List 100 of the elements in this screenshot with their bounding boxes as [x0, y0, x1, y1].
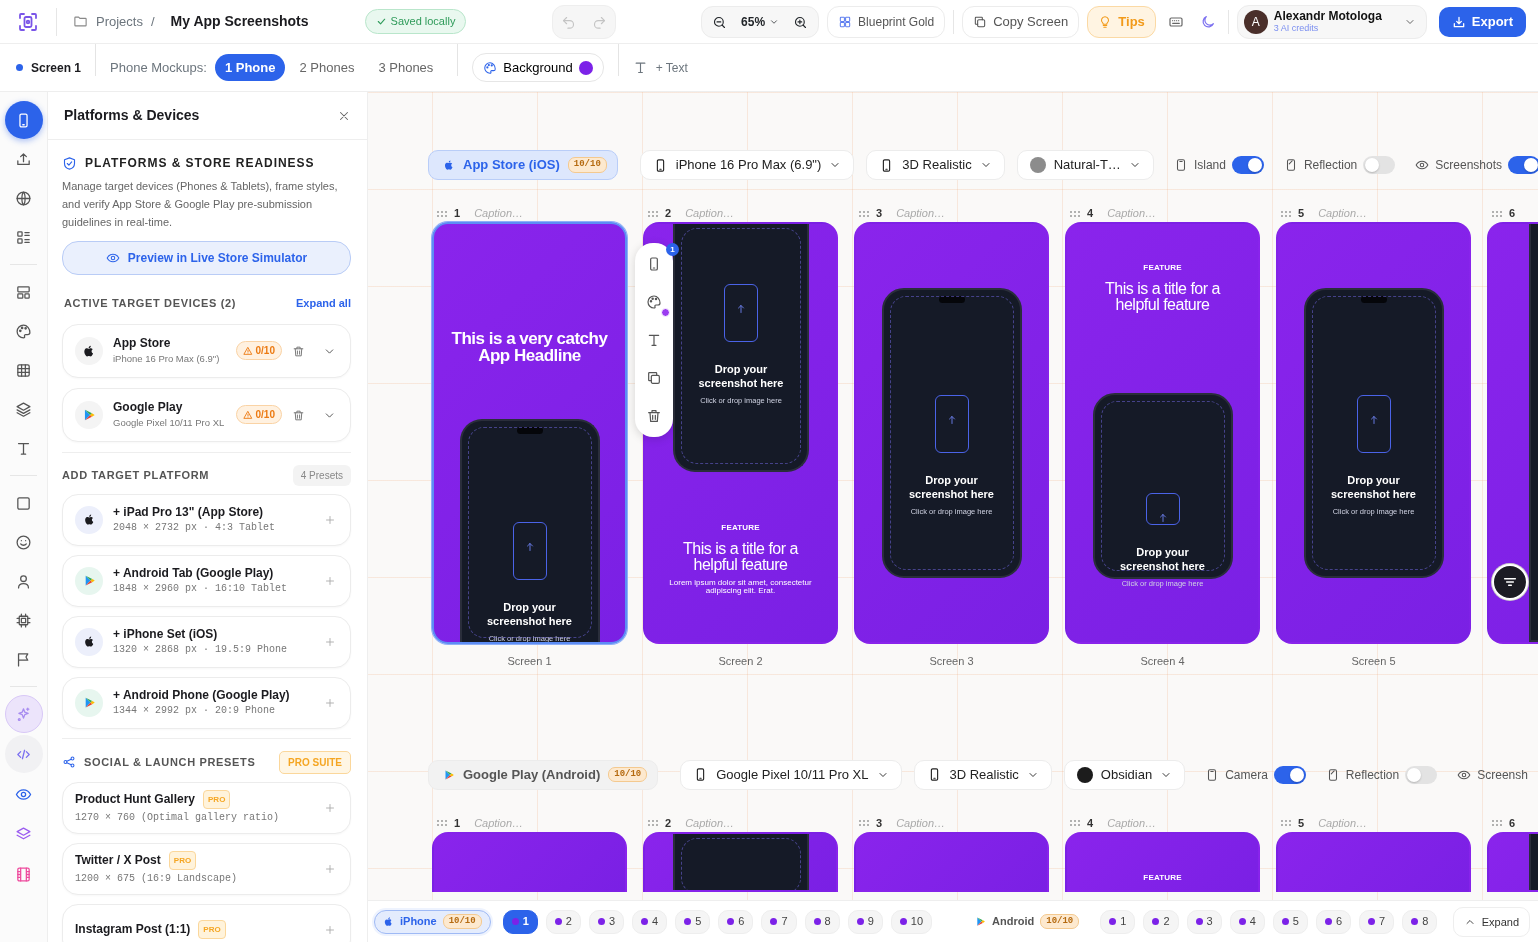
breadcrumb-link[interactable]: Projects [96, 11, 143, 32]
frame-color-dropdown[interactable]: Obsidian [1063, 759, 1186, 790]
screen-chip[interactable]: 3 [588, 909, 625, 934]
frame-style-dropdown[interactable]: 3D Realistic [913, 759, 1052, 790]
toggle-switch[interactable] [1273, 765, 1306, 784]
screen-chip[interactable]: 4 [1229, 909, 1265, 934]
zoom-dropdown[interactable]: 65% [741, 12, 780, 31]
screen-number: 5 [1298, 815, 1305, 831]
template-button[interactable]: Blueprint Gold [827, 5, 946, 38]
drag-handle-icon[interactable] [1491, 209, 1503, 218]
platform-tab[interactable]: App Store (iOS) 10/10 [428, 150, 618, 180]
feature-body: Lorem ipsum dolor sit amet, consectetur adipiscing elit. Erat. [668, 579, 813, 595]
platform-card[interactable]: + Android Tab (Google Play) 1848 × 2960 px · 16:10 Tablet [62, 554, 351, 607]
drag-handle-icon[interactable] [1280, 819, 1292, 827]
screen-number: 3 [876, 815, 883, 831]
screen-chip[interactable]: 2 [545, 909, 581, 934]
toggle-switch[interactable] [1405, 765, 1438, 784]
screen-chip[interactable]: 6 [718, 909, 754, 934]
presets-count: 4 Presets [292, 464, 351, 486]
apple-icon [82, 343, 96, 358]
camera-notch [938, 296, 965, 303]
screen-chip[interactable]: 1 [1100, 909, 1136, 934]
platform-chip[interactable]: iPhone 10/10 [374, 909, 491, 934]
drag-handle-icon[interactable] [1069, 209, 1081, 218]
platform-card[interactable]: + iPad Pro 13" (App Store) 2048 × 2732 px · 4:3 Tablet [62, 493, 351, 546]
platform-spec: 1320 × 2868 px · 19.5:9 Phone [113, 642, 289, 657]
screen-chip[interactable]: 6 [1315, 909, 1351, 934]
screen-chip[interactable]: 1 [502, 909, 538, 934]
screen-frame[interactable] [854, 831, 1049, 892]
preset-card[interactable]: Product Hunt Gallery PRO 1270 × 760 (Optimal gallery ratio) [62, 781, 351, 834]
preset-card[interactable]: Instagram Post (1:1) PRO [62, 903, 351, 942]
expand-button[interactable]: Expand [1452, 907, 1530, 937]
screen-chip[interactable]: 2 [1143, 909, 1179, 934]
expand-all-link[interactable]: Expand all [295, 295, 351, 312]
screen-chip[interactable]: 5 [1272, 909, 1308, 934]
mockup-option[interactable]: 3 Phones [368, 53, 444, 82]
platform-card[interactable]: + Android Phone (Google Play) 1344 × 2992 px · 20:9 Phone [62, 676, 351, 729]
project-title: My App Screenshots [170, 12, 309, 31]
shield-icon [62, 155, 77, 171]
feature-label: FEATURE [721, 522, 760, 534]
user-menu[interactable]: A Alexandr Motologa 3 AI credits [1236, 4, 1427, 39]
screen-frame[interactable] [1276, 831, 1471, 892]
platform-card[interactable]: + iPhone Set (iOS) 1320 × 2868 px · 19.5:9 Phone [62, 615, 351, 668]
screen-frame[interactable] [432, 831, 627, 892]
pro-badge: PRO [198, 920, 226, 939]
export-button[interactable]: Export [1438, 6, 1526, 37]
screen-chip[interactable]: 7 [1359, 909, 1395, 934]
drop-title: Drop your screenshot here [697, 362, 785, 390]
screen-chip[interactable]: 9 [847, 909, 883, 934]
drag-handle-icon[interactable] [1491, 819, 1503, 827]
copy-screen-button[interactable]: Copy Screen [962, 5, 1080, 38]
screen-number: 5 [1298, 206, 1305, 222]
mockup-option[interactable]: 1 Phone [214, 53, 286, 82]
drag-handle-icon[interactable] [858, 209, 870, 218]
screen-frame[interactable] [643, 831, 838, 892]
drag-handle-icon[interactable] [436, 209, 448, 218]
frame-color-dropdown[interactable]: Natural-T… [1016, 150, 1154, 180]
platform-spec: 2048 × 2732 px · 4:3 Tablet [113, 520, 277, 535]
screen-chip[interactable]: 7 [761, 909, 797, 934]
screen-chip[interactable]: 5 [675, 909, 711, 934]
check-icon [375, 16, 387, 27]
screen-chip[interactable]: 4 [632, 909, 668, 934]
score-badge: 10/10 [442, 913, 482, 930]
drag-handle-icon[interactable] [1280, 209, 1292, 218]
drag-handle-icon[interactable] [647, 209, 659, 218]
device-store: App Store [113, 335, 172, 351]
drag-handle-icon[interactable] [858, 819, 870, 827]
device-model: iPhone 16 Pro Max (6.9") [113, 351, 221, 366]
background-button[interactable]: Background [472, 52, 604, 83]
toggle-switch[interactable] [1363, 156, 1396, 174]
apple-icon [383, 916, 394, 927]
platform-tab[interactable]: Google Play (Android) 10/10 [428, 759, 659, 790]
screen-number: 1 [454, 206, 461, 222]
sidebar-code-icon[interactable] [4, 735, 43, 773]
sidebar-phone-icon[interactable] [4, 101, 43, 139]
screen-chip[interactable]: 3 [1186, 909, 1222, 934]
drag-handle-icon[interactable] [647, 819, 659, 827]
screen-chip[interactable]: 8 [1402, 909, 1438, 934]
warning-icon [242, 345, 253, 356]
sidebar-sparkle-icon[interactable] [4, 695, 43, 733]
toggle-switch[interactable] [1231, 156, 1264, 174]
screen-chip[interactable]: 8 [804, 909, 840, 934]
device-dropdown[interactable]: iPhone 16 Pro Max (6.9") [639, 150, 855, 180]
section-heading: ACTIVE TARGET DEVICES (2) [64, 296, 237, 311]
drag-handle-icon[interactable] [436, 819, 448, 827]
device-dropdown[interactable]: Google Pixel 10/11 Pro XL [680, 759, 902, 790]
screen-frame[interactable]: FEATURE [1065, 831, 1260, 892]
preset-card[interactable]: Twitter / X Post PRO 1200 × 675 (16:9 Landscape) [62, 842, 351, 895]
add-text-button[interactable]: + Text [632, 58, 688, 77]
platform-chip[interactable]: Android 10/10 [966, 909, 1089, 934]
status-dot [661, 308, 670, 317]
upload-icon [1145, 493, 1180, 525]
screen-chip[interactable]: 10 [890, 909, 933, 934]
preview-button[interactable]: Preview in Live Store Simulator [62, 241, 351, 275]
drag-handle-icon[interactable] [1069, 819, 1081, 827]
mockup-option[interactable]: 2 Phones [289, 53, 365, 82]
screen-number: 3 [876, 206, 883, 222]
frame-style-dropdown[interactable]: 3D Realistic [866, 150, 1005, 180]
pro-badge: PRO [203, 789, 231, 809]
toggle-switch[interactable] [1508, 156, 1538, 174]
